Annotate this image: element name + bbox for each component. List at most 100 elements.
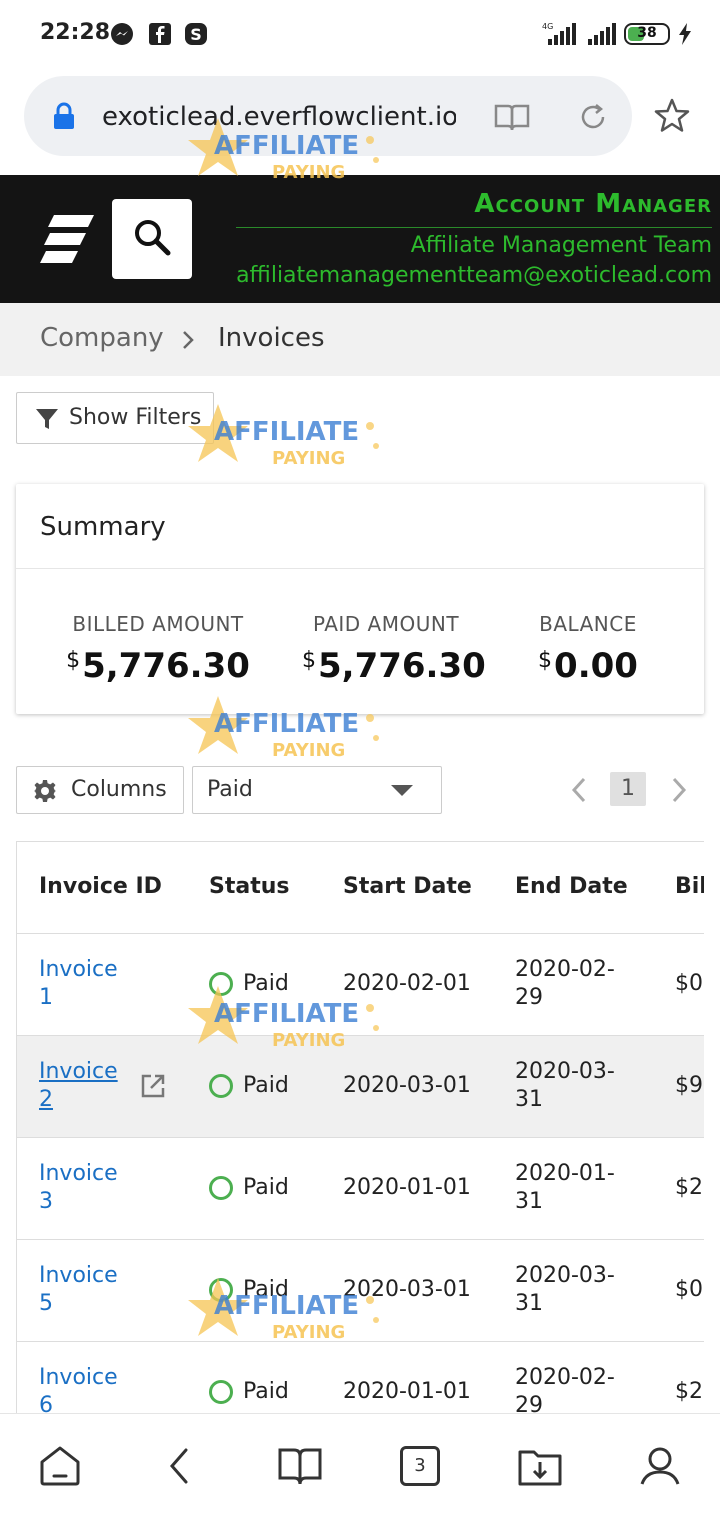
summary-divider: [16, 568, 704, 569]
status-circle-icon: [209, 1176, 233, 1200]
invoices-table: Invoice ID Status Start Date End Date Bi…: [16, 841, 704, 1413]
header-invoice-id[interactable]: Invoice ID: [39, 874, 162, 899]
bookmarks-icon[interactable]: [278, 1444, 322, 1488]
current-page-number[interactable]: 1: [610, 772, 646, 806]
columns-button[interactable]: Columns: [16, 766, 184, 814]
summary-title: Summary: [40, 512, 166, 542]
everflow-logo[interactable]: [40, 213, 96, 269]
url-text[interactable]: exoticlead.everflowclient.io/: [102, 102, 456, 132]
show-filters-button[interactable]: Show Filters: [16, 392, 214, 444]
status-circle-icon: [209, 1380, 233, 1404]
next-page-button[interactable]: [668, 776, 690, 804]
header-end-date[interactable]: End Date: [515, 874, 628, 899]
status-filter-select[interactable]: Paid: [192, 766, 442, 814]
site-header: Account Manager Affiliate Management Tea…: [0, 175, 720, 303]
facebook-icon: [149, 23, 171, 45]
profile-icon[interactable]: [638, 1444, 682, 1488]
open-external-icon[interactable]: [139, 1072, 167, 1100]
invoice-link[interactable]: Invoice 1: [39, 956, 129, 1012]
browser-toolbar: exoticlead.everflowclient.io/: [0, 72, 720, 175]
status-text: Paid: [243, 971, 289, 996]
address-bar[interactable]: exoticlead.everflowclient.io/: [24, 76, 632, 156]
browser-bottom-nav: 3: [0, 1413, 720, 1520]
table-row: Invoice 5 Paid 2020-03-01 2020-03-31 $0: [17, 1240, 704, 1342]
svg-text:PAYING: PAYING: [272, 740, 345, 761]
filter-icon: [36, 409, 58, 429]
invoice-link[interactable]: Invoice 5: [39, 1262, 129, 1318]
balance-label: BALANCE: [539, 612, 637, 636]
search-button[interactable]: [112, 199, 192, 279]
end-date-cell: 2020-02-29: [515, 957, 615, 1010]
billed-cell: $2,: [675, 1379, 704, 1404]
table-row: Invoice 6 Paid 2020-01-01 2020-02-29 $2,: [17, 1342, 704, 1413]
invoice-link[interactable]: Invoice 2: [39, 1058, 129, 1114]
status-text: Paid: [243, 1277, 289, 1302]
tabs-button[interactable]: 3: [400, 1446, 440, 1486]
invoice-link[interactable]: Invoice 6: [39, 1364, 129, 1413]
paid-amount-stat: PAID AMOUNT $5,776.30: [302, 612, 486, 686]
account-manager-email[interactable]: affiliatemanagementteam@exoticlead.com: [236, 263, 712, 288]
currency-symbol: $: [66, 648, 81, 673]
paid-amount-label: PAID AMOUNT: [312, 612, 460, 636]
table-row: Invoice 1 Paid 2020-02-01 2020-02-29 $0: [17, 934, 704, 1036]
battery-indicator: 38: [624, 23, 670, 45]
summary-card: Summary BILLED AMOUNT $5,776.30 PAID AMO…: [16, 484, 704, 714]
billed-cell: $0: [675, 971, 703, 996]
start-date-cell: 2020-02-01: [343, 971, 471, 996]
home-icon[interactable]: [38, 1444, 82, 1488]
start-date-cell: 2020-01-01: [343, 1379, 471, 1404]
table-row: Invoice 3 Paid 2020-01-01 2020-01-31 $2,: [17, 1138, 704, 1240]
reader-mode-icon[interactable]: [494, 102, 530, 132]
start-date-cell: 2020-03-01: [343, 1073, 471, 1098]
start-date-cell: 2020-03-01: [343, 1277, 471, 1302]
network-type: 4G: [542, 22, 553, 31]
billed-amount-value: 5,776.30: [82, 646, 250, 686]
account-manager-team: Affiliate Management Team: [410, 233, 712, 258]
status-cell: Paid: [209, 1072, 289, 1100]
paid-amount-value: 5,776.30: [318, 646, 486, 686]
clock: 22:28: [40, 20, 111, 45]
header-status[interactable]: Status: [209, 874, 289, 899]
messenger-icon: [111, 23, 133, 45]
reload-icon[interactable]: [578, 102, 608, 132]
search-icon: [135, 220, 171, 256]
balance-value: 0.00: [554, 646, 638, 686]
status-cell: Paid: [209, 1276, 289, 1304]
billed-cell: $0: [675, 1277, 703, 1302]
currency-symbol: $: [538, 648, 553, 673]
invoice-link[interactable]: Invoice 3: [39, 1160, 129, 1216]
end-date-cell: 2020-03-31: [515, 1059, 615, 1112]
header-divider: [236, 227, 712, 228]
billed-amount-stat: BILLED AMOUNT $5,776.30: [66, 612, 250, 686]
breadcrumb: Company Invoices: [0, 303, 720, 376]
gear-icon: [34, 780, 56, 802]
end-date-cell: 2020-03-31: [515, 1263, 615, 1316]
chevron-right-icon: [183, 331, 194, 349]
bookmark-star-icon[interactable]: [652, 96, 692, 136]
charging-icon: [679, 23, 691, 45]
billed-amount-label: BILLED AMOUNT: [72, 612, 244, 636]
previous-page-button[interactable]: [568, 776, 590, 804]
end-date-cell: 2020-02-29: [515, 1365, 615, 1413]
status-circle-icon: [209, 972, 233, 996]
header-billed[interactable]: Bil: [675, 874, 704, 899]
header-start-date[interactable]: Start Date: [343, 874, 472, 899]
svg-text:S: S: [190, 25, 202, 44]
status-filter-value: Paid: [207, 777, 253, 802]
dropdown-arrow-icon: [391, 785, 413, 796]
breadcrumb-invoices: Invoices: [218, 323, 325, 353]
account-manager-title: Account Manager: [474, 189, 712, 219]
table-header: Invoice ID Status Start Date End Date Bi…: [17, 842, 704, 934]
status-circle-icon: [209, 1074, 233, 1098]
status-circle-icon: [209, 1278, 233, 1302]
lock-icon: [54, 102, 74, 129]
status-cell: Paid: [209, 1378, 289, 1406]
downloads-icon[interactable]: [518, 1444, 562, 1488]
currency-symbol: $: [302, 648, 316, 673]
start-date-cell: 2020-01-01: [343, 1175, 471, 1200]
signal-icon-2: [588, 23, 616, 45]
back-icon[interactable]: [164, 1444, 194, 1488]
breadcrumb-company[interactable]: Company: [40, 323, 164, 353]
billed-cell: $9: [675, 1073, 703, 1098]
balance-stat: BALANCE $0.00: [526, 612, 650, 686]
